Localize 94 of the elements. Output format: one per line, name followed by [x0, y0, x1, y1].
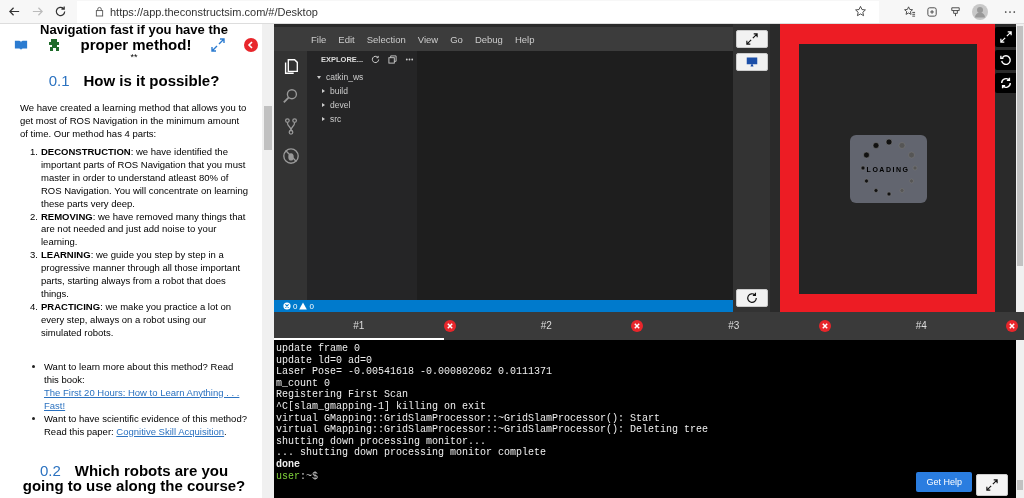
list-number: 2. [29, 210, 38, 224]
folder-tree-item[interactable]: build [317, 84, 417, 98]
refresh-icon[interactable] [54, 5, 67, 18]
close-icon[interactable] [631, 320, 643, 332]
scrollbar-thumb[interactable] [1017, 26, 1023, 266]
terminal-line: update frame 0 [276, 343, 361, 355]
section-heading: going to use along the course? [21, 478, 247, 493]
more-icon[interactable] [1004, 9, 1016, 14]
link[interactable]: The First 20 Hours: How to Learn Anything . . . Fast! [44, 385, 248, 412]
prompt-path: :~$ [300, 470, 319, 482]
section-number: 0.2 [39, 461, 61, 479]
reset-button[interactable] [995, 50, 1016, 70]
terminal-line: Registering First Scan [276, 389, 410, 401]
list-item-text: LEARNING: we guide you step by step in a progressive manner through all those important parts, starting always from a robot that does things. [41, 249, 242, 301]
expand-icon [745, 33, 758, 45]
lock-icon [95, 6, 104, 17]
scrollbar[interactable] [1016, 24, 1024, 312]
expand-icon [986, 479, 998, 491]
debug-icon[interactable] [281, 147, 300, 165]
folder-tree-item[interactable]: catkin_ws [317, 70, 417, 84]
expand-icon[interactable] [210, 37, 225, 52]
terminal-tab[interactable]: #3 [649, 312, 819, 340]
spinner-dots-icon [858, 138, 919, 198]
notebook-title: Navigation fast if you have the [39, 24, 229, 36]
menu-item[interactable]: Debug [474, 33, 503, 45]
terminal-line: done [276, 458, 301, 471]
terminal-line: shutting down processing monitor... [276, 435, 488, 447]
collapse-all-icon[interactable] [388, 55, 398, 64]
expand-icon [999, 31, 1012, 43]
section-heading: How is it possible? [83, 72, 220, 89]
list-item-text: Want to learn more about this method? Read this book: The First 20 Hours: How to Learn Anything . . . Fast! [44, 359, 248, 412]
folder-tree-item[interactable]: src [317, 112, 417, 126]
scrollbar[interactable] [1016, 340, 1024, 498]
scrollbar-thumb[interactable] [1017, 480, 1023, 490]
terminal-line: ... shutting down processing monitor complete [276, 447, 548, 459]
profile-avatar-icon[interactable] [972, 3, 988, 20]
list-number: 1. [29, 146, 38, 159]
terminal-tab[interactable]: #2 [461, 312, 631, 340]
monitor-icon [745, 56, 758, 68]
scrollbar[interactable] [262, 24, 274, 498]
bullet-icon [32, 416, 35, 420]
section-heading: Which robots are you [74, 461, 229, 479]
close-icon[interactable] [1006, 320, 1018, 332]
list-item-text: PRACTICING: we make you practice a lot on every step, always on a robot using our simulated robots. [41, 300, 233, 340]
collections-icon[interactable] [926, 5, 939, 18]
address-bar[interactable]: https://app.theconstructsim.com/#/Desktop [77, 0, 879, 23]
list-number: 4. [29, 300, 38, 314]
desktop-button[interactable] [735, 53, 768, 71]
terminal-line: Laser Pose= -0.00541618 -0.000802062 0.0111371 [276, 366, 554, 378]
add-favorite-icon[interactable] [854, 5, 867, 18]
menu-item[interactable]: Edit [338, 33, 355, 45]
bullet-icon [32, 364, 35, 368]
list-item-text: DECONSTRUCTION: we have identified the important parts of ROS Navigation that you must master in order to understand atleast 80% of ROS Navigation. You will concentrate on learning these parts very deep. [41, 146, 248, 211]
menu-item[interactable]: View [417, 33, 439, 45]
terminal-line: m_count 0 [276, 377, 331, 389]
rotate-icon [999, 54, 1012, 66]
footnote-mark: ** [129, 53, 139, 62]
terminal-line: virtual GMapping::GridSlamProcessor::~GridSlamProcessor(): Deleting tree [276, 424, 710, 436]
menu-item[interactable]: File [311, 33, 327, 45]
terminal-line: ^C[slam_gmapping-1] killing on exit [276, 400, 488, 413]
error-count: 0 [293, 301, 298, 311]
fullscreen-button[interactable] [976, 474, 1008, 496]
list-number: 3. [29, 249, 38, 263]
get-help-button[interactable]: Get Help [916, 472, 972, 492]
terminal-line: update ld=0 ad=0 [276, 354, 373, 367]
fullscreen-button[interactable] [735, 30, 768, 48]
close-icon[interactable] [818, 320, 831, 332]
extension-icon[interactable] [949, 5, 962, 18]
intro-paragraph: We have created a learning method that allows you to get most of ROS Navigation in the minimum amount of time. Our method has 4 parts: [20, 101, 248, 140]
section-number: 0.1 [48, 72, 70, 89]
warning-icon [299, 302, 308, 310]
robot-icon[interactable] [47, 37, 62, 52]
refresh-icon [745, 292, 758, 304]
collapse-panel-icon[interactable] [243, 37, 258, 52]
scrollbar-thumb[interactable] [264, 106, 272, 150]
warning-count: 0 [309, 301, 314, 311]
terminal-line: virtual GMapping::GridSlamProcessor::~GridSlamProcessor(): Start [276, 412, 662, 424]
terminal-tab[interactable]: #4 [836, 312, 1006, 340]
menu-item[interactable]: Help [514, 33, 535, 45]
search-icon[interactable] [281, 87, 300, 105]
folder-tree-item[interactable]: devel [317, 98, 417, 112]
fullscreen-button[interactable] [995, 27, 1016, 47]
menu-item[interactable]: Selection [366, 33, 406, 45]
back-icon[interactable] [8, 5, 21, 18]
sync-icon [999, 77, 1012, 89]
notebook-title: proper method! [80, 36, 192, 53]
favorites-icon[interactable] [903, 5, 916, 18]
menu-item[interactable]: Go [450, 33, 463, 45]
sync-button[interactable] [995, 73, 1016, 93]
list-item-text: Want to have scientific evidence of this method? Read this paper: Cognitive Skill Acquisition. [44, 411, 248, 438]
close-icon[interactable] [443, 320, 456, 332]
reload-button[interactable] [735, 289, 768, 307]
prompt-user: user [276, 470, 300, 482]
list-item-text: REMOVING: we have removed many things that are not needed and just add noise to your learning. [41, 210, 247, 250]
